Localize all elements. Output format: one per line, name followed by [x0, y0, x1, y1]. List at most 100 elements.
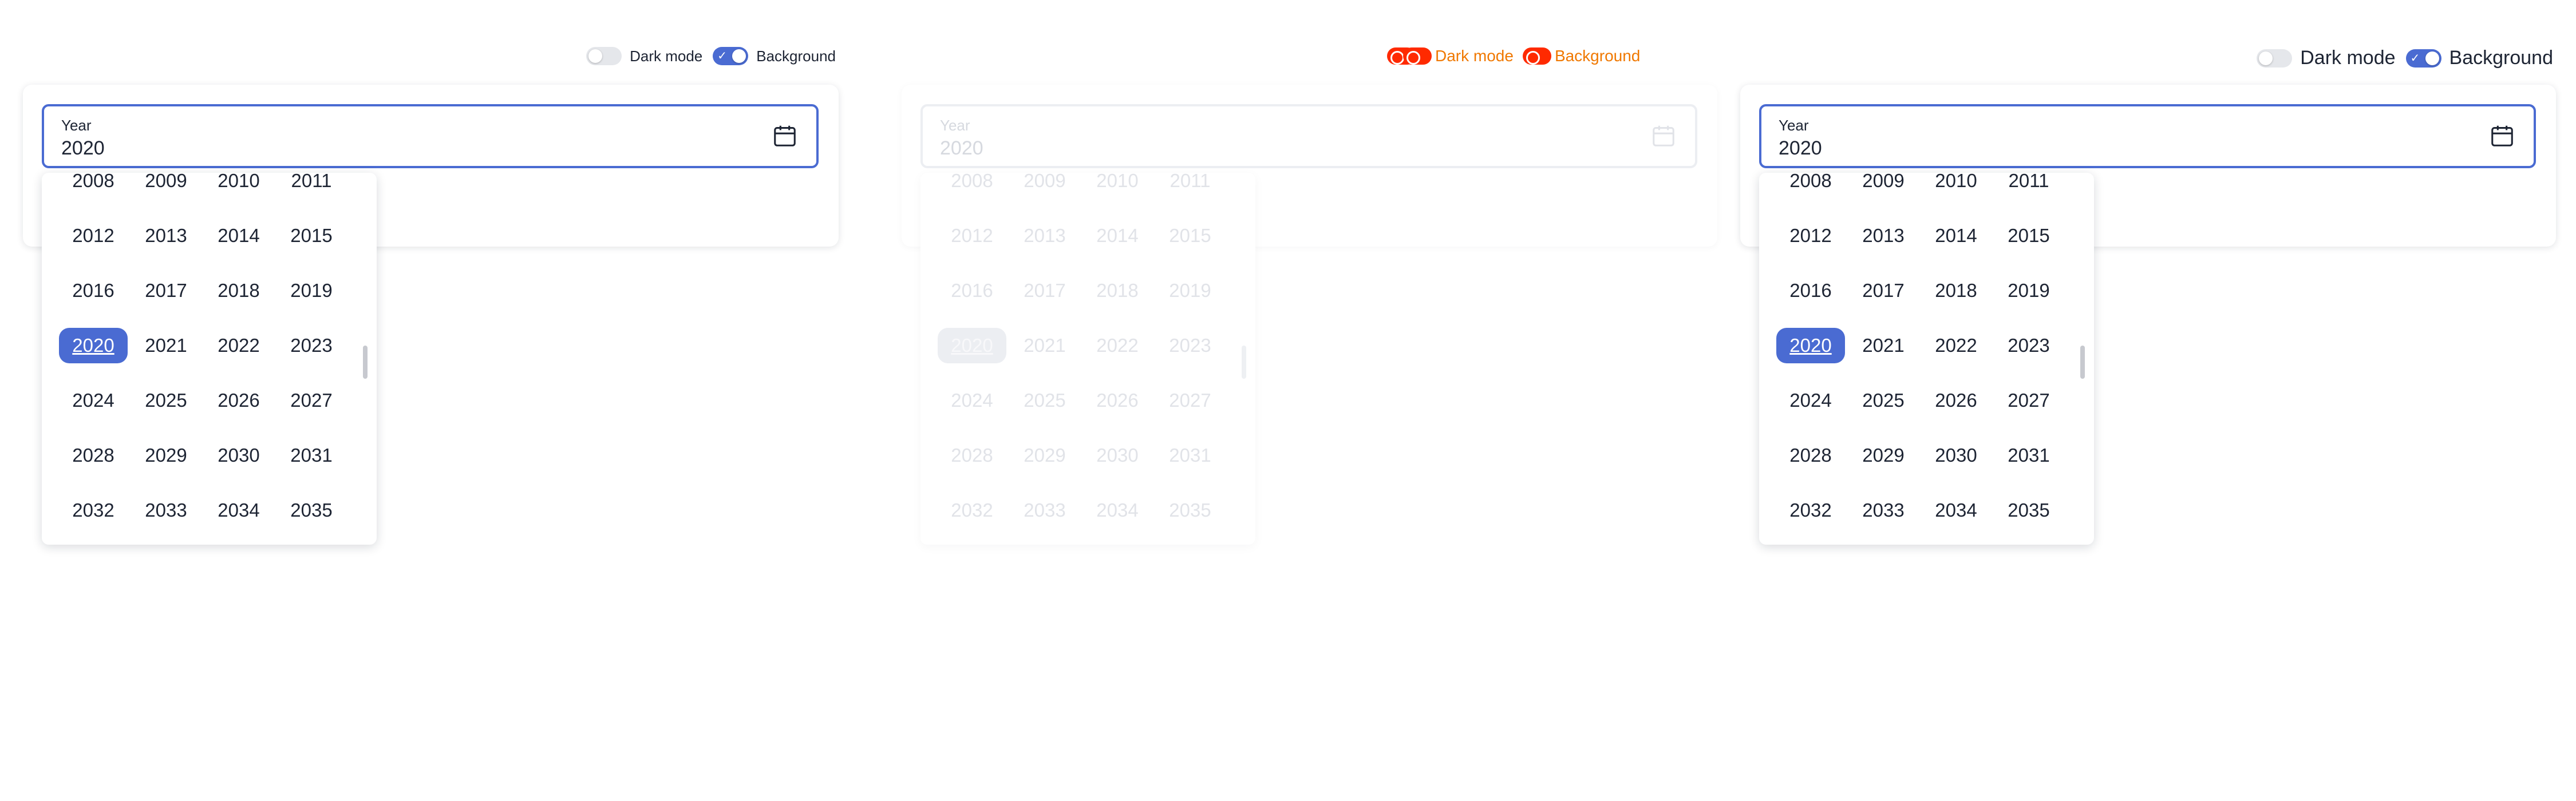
dark-mode-switch[interactable] — [2257, 49, 2293, 68]
year-option[interactable]: 2013 — [1010, 218, 1079, 253]
calendar-icon[interactable] — [2489, 122, 2515, 149]
year-option[interactable]: 2010 — [1922, 173, 1990, 199]
year-option[interactable]: 2032 — [59, 493, 128, 528]
year-option[interactable]: 2012 — [59, 218, 128, 253]
year-option[interactable]: 2030 — [204, 438, 273, 473]
year-option[interactable]: 2008 — [59, 173, 128, 199]
year-option[interactable]: 2012 — [938, 218, 1006, 253]
background-toggle[interactable]: ✓ Background — [713, 47, 836, 65]
year-field[interactable]: Year 2020 — [1759, 104, 2536, 168]
year-option[interactable]: 2011 — [1994, 173, 2063, 199]
year-option[interactable]: 2023 — [1994, 328, 2063, 363]
dropdown-scrollbar[interactable] — [363, 346, 368, 379]
year-option[interactable]: 2017 — [1010, 273, 1079, 308]
year-option[interactable]: 2028 — [59, 438, 128, 473]
year-option[interactable]: 2010 — [204, 173, 273, 199]
year-dropdown[interactable]: 2008 2009 2010 2011 2012 2013 2014 2015 2016 2017… — [42, 173, 377, 545]
year-option[interactable]: 2015 — [1156, 218, 1224, 253]
year-option[interactable]: 2019 — [277, 273, 346, 308]
year-option[interactable]: 2018 — [204, 273, 273, 308]
year-option[interactable]: 2022 — [1083, 328, 1152, 363]
year-option[interactable]: 2024 — [1776, 383, 1845, 418]
year-option[interactable]: 2014 — [204, 218, 273, 253]
year-option[interactable]: 2029 — [1010, 438, 1079, 473]
year-option[interactable]: 2031 — [1156, 438, 1224, 473]
year-option[interactable]: 2027 — [277, 383, 346, 418]
year-option[interactable]: 2035 — [1156, 493, 1224, 528]
year-option[interactable]: 2017 — [1849, 273, 1918, 308]
year-option[interactable]: 2016 — [1776, 273, 1845, 308]
year-option[interactable]: 2033 — [132, 493, 200, 528]
background-switch[interactable]: ✓ — [713, 47, 749, 65]
year-option[interactable]: 2021 — [1010, 328, 1079, 363]
year-option[interactable]: 2012 — [1776, 218, 1845, 253]
dark-mode-toggle[interactable]: Dark mode — [586, 47, 702, 65]
year-option[interactable]: 2016 — [938, 273, 1006, 308]
year-dropdown[interactable]: 2008 2009 2010 2011 2012 2013 2014 2015 2016 2017… — [1759, 173, 2094, 545]
year-option[interactable]: 2014 — [1083, 218, 1152, 253]
background-switch[interactable]: ✓ — [2405, 49, 2441, 68]
year-option[interactable]: 2026 — [1922, 383, 1990, 418]
year-option[interactable]: 2019 — [1156, 273, 1224, 308]
year-option[interactable]: 2024 — [938, 383, 1006, 418]
year-option[interactable]: 2033 — [1010, 493, 1079, 528]
dropdown-scrollbar[interactable] — [1242, 346, 1246, 379]
year-option[interactable]: 2009 — [1010, 173, 1079, 199]
year-option[interactable]: 2022 — [1922, 328, 1990, 363]
year-option[interactable]: 2028 — [1776, 438, 1845, 473]
year-option-selected[interactable]: 2020 — [59, 328, 128, 363]
year-option[interactable]: 2010 — [1083, 173, 1152, 199]
year-option[interactable]: 2013 — [132, 218, 200, 253]
year-option[interactable]: 2035 — [1994, 493, 2063, 528]
year-option[interactable]: 2016 — [59, 273, 128, 308]
year-option[interactable]: 2030 — [1922, 438, 1990, 473]
year-option[interactable]: 2024 — [59, 383, 128, 418]
year-option[interactable]: 2015 — [1994, 218, 2063, 253]
year-option[interactable]: 2026 — [204, 383, 273, 418]
year-option[interactable]: 2035 — [277, 493, 346, 528]
year-option[interactable]: 2028 — [938, 438, 1006, 473]
year-option[interactable]: 2023 — [277, 328, 346, 363]
year-option[interactable]: 2011 — [277, 173, 346, 199]
year-option[interactable]: 2034 — [204, 493, 273, 528]
calendar-icon[interactable] — [1650, 122, 1677, 149]
year-field[interactable]: Year 2020 — [920, 104, 1697, 168]
year-option[interactable]: 2034 — [1083, 493, 1152, 528]
year-option[interactable]: 2023 — [1156, 328, 1224, 363]
dark-mode-switch[interactable] — [586, 47, 622, 65]
year-option[interactable]: 2008 — [1776, 173, 1845, 199]
year-option[interactable]: 2033 — [1849, 493, 1918, 528]
year-option[interactable]: 2009 — [132, 173, 200, 199]
year-option[interactable]: 2013 — [1849, 218, 1918, 253]
year-option[interactable]: 2019 — [1994, 273, 2063, 308]
year-option[interactable]: 2026 — [1083, 383, 1152, 418]
year-option[interactable]: 2018 — [1922, 273, 1990, 308]
year-option[interactable]: 2021 — [1849, 328, 1918, 363]
year-option[interactable]: 2022 — [204, 328, 273, 363]
dark-mode-toggle[interactable]: Dark mode — [2257, 47, 2396, 69]
year-option-selected[interactable]: 2020 — [938, 328, 1006, 363]
year-option[interactable]: 2027 — [1156, 383, 1224, 418]
year-option[interactable]: 2025 — [1849, 383, 1918, 418]
calendar-icon[interactable] — [772, 122, 798, 149]
year-option[interactable]: 2015 — [277, 218, 346, 253]
year-option[interactable]: 2032 — [1776, 493, 1845, 528]
year-option[interactable]: 2032 — [938, 493, 1006, 528]
year-option[interactable]: 2034 — [1922, 493, 1990, 528]
year-option[interactable]: 2031 — [1994, 438, 2063, 473]
year-option[interactable]: 2008 — [938, 173, 1006, 199]
year-option[interactable]: 2027 — [1994, 383, 2063, 418]
year-field[interactable]: Year 2020 — [42, 104, 819, 168]
year-option[interactable]: 2029 — [1849, 438, 1918, 473]
year-dropdown[interactable]: 2008 2009 2010 2011 2012 2013 2014 2015 2016 2017… — [920, 173, 1255, 545]
year-option-selected[interactable]: 2020 — [1776, 328, 1845, 363]
year-option[interactable]: 2018 — [1083, 273, 1152, 308]
year-option[interactable]: 2017 — [132, 273, 200, 308]
year-option[interactable]: 2011 — [1156, 173, 1224, 199]
year-option[interactable]: 2030 — [1083, 438, 1152, 473]
year-option[interactable]: 2025 — [132, 383, 200, 418]
background-toggle[interactable]: ✓ Background — [2405, 47, 2553, 69]
year-option[interactable]: 2025 — [1010, 383, 1079, 418]
year-option[interactable]: 2014 — [1922, 218, 1990, 253]
year-option[interactable]: 2009 — [1849, 173, 1918, 199]
